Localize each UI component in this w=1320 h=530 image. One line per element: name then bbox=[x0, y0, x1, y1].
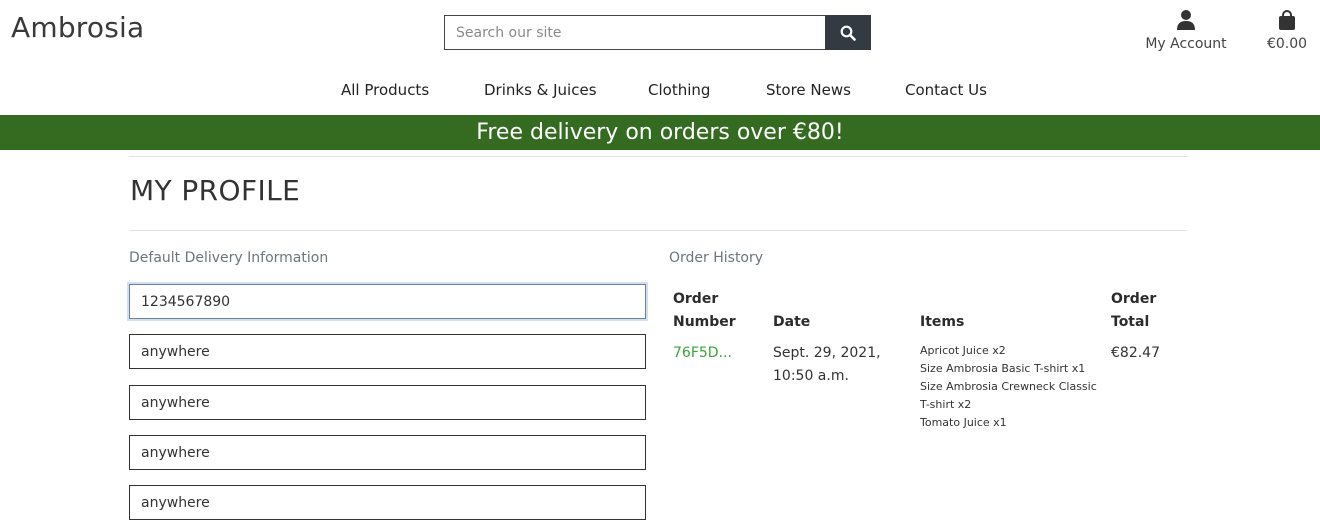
main-nav: All Products Drinks & Juices Clothing St… bbox=[0, 79, 1320, 101]
order-item: Tomato Juice x1 bbox=[920, 416, 1007, 429]
bag-total: €0.00 bbox=[1266, 36, 1308, 52]
order-total: €82.47 bbox=[1111, 345, 1160, 361]
nav-all-products[interactable]: All Products bbox=[341, 79, 429, 101]
shopping-bag-icon bbox=[1279, 10, 1295, 30]
order-items: Apricot Juice x2 Size Ambrosia Basic T-s… bbox=[920, 342, 1102, 432]
order-item: Size Ambrosia Basic T-shirt x1 bbox=[920, 362, 1086, 375]
user-icon bbox=[1177, 10, 1195, 30]
delivery-banner: Free delivery on orders over €80! bbox=[0, 115, 1320, 150]
divider bbox=[129, 230, 1187, 231]
delivery-field[interactable] bbox=[129, 385, 646, 420]
delivery-field[interactable] bbox=[129, 435, 646, 470]
site-logo[interactable]: Ambrosia bbox=[11, 10, 144, 46]
order-number-link[interactable]: 76F5D... bbox=[673, 342, 732, 365]
page-title: MY PROFILE bbox=[130, 174, 301, 207]
search-button[interactable] bbox=[825, 15, 871, 50]
nav-contact-us[interactable]: Contact Us bbox=[905, 79, 987, 101]
search-input[interactable] bbox=[444, 15, 825, 50]
search-icon bbox=[840, 25, 856, 41]
my-account-link[interactable]: My Account bbox=[1145, 9, 1227, 53]
column-order-number: Order Number bbox=[673, 291, 736, 330]
column-items: Items bbox=[920, 314, 965, 330]
order-item: Apricot Juice x2 bbox=[920, 344, 1006, 357]
shopping-bag-link[interactable]: €0.00 bbox=[1264, 9, 1310, 53]
nav-store-news[interactable]: Store News bbox=[766, 79, 851, 101]
nav-clothing[interactable]: Clothing bbox=[648, 79, 710, 101]
nav-drinks-juices[interactable]: Drinks & Juices bbox=[484, 79, 597, 101]
order-item: Size Ambrosia Crewneck Classic T-shirt x… bbox=[920, 380, 1097, 411]
my-account-label: My Account bbox=[1145, 36, 1227, 52]
order-date: Sept. 29, 2021, 10:50 a.m. bbox=[773, 345, 881, 384]
phone-number-field[interactable] bbox=[129, 284, 646, 319]
search-bar bbox=[444, 15, 871, 50]
divider bbox=[129, 156, 1187, 157]
delivery-heading: Default Delivery Information bbox=[129, 250, 329, 266]
order-history-heading: Order History bbox=[669, 250, 764, 266]
delivery-field[interactable] bbox=[129, 334, 646, 369]
column-date: Date bbox=[773, 314, 811, 330]
delivery-field[interactable] bbox=[129, 485, 646, 520]
column-order-total: Order Total bbox=[1111, 291, 1157, 330]
